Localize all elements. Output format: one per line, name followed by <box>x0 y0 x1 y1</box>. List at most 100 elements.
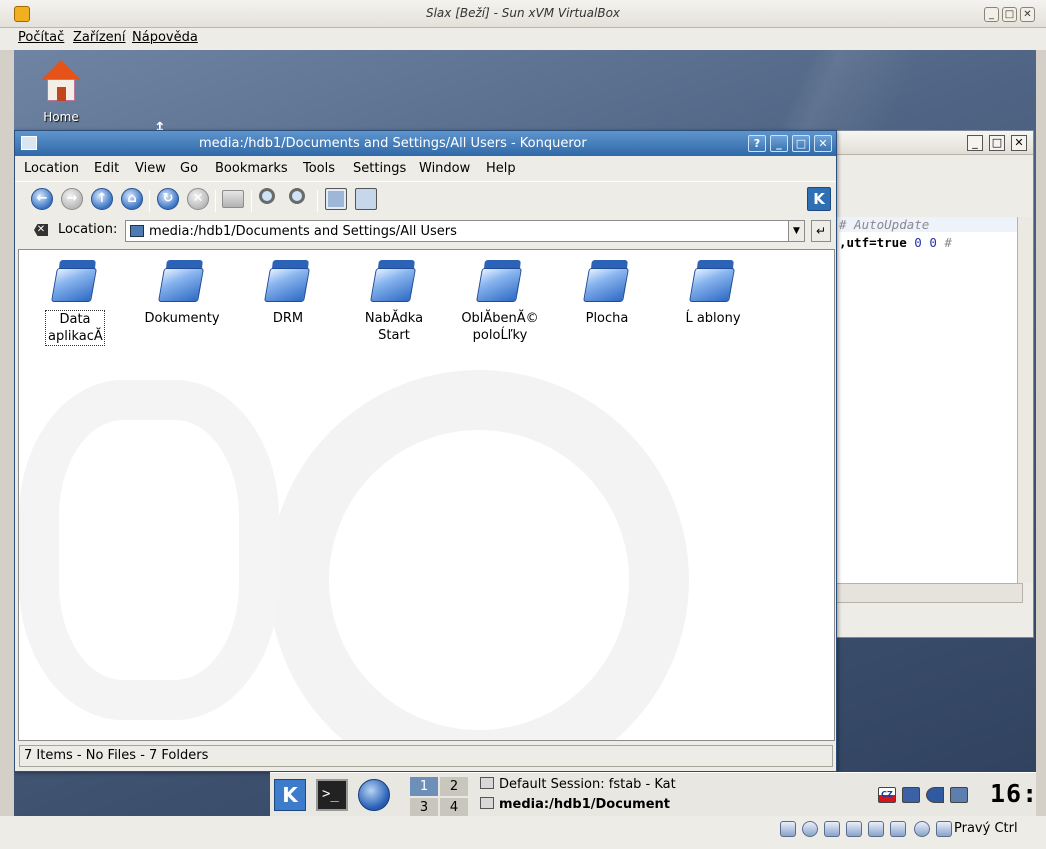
menu-location[interactable]: Location <box>24 161 79 176</box>
menu-pocitac[interactable]: Počítač <box>18 30 64 45</box>
detail-view-icon[interactable] <box>355 188 377 210</box>
minimize-icon[interactable]: _ <box>984 7 999 22</box>
cd-icon[interactable] <box>802 821 818 837</box>
konq-close-icon[interactable]: ✕ <box>814 135 832 152</box>
network-adapter-icon[interactable] <box>846 821 862 837</box>
vbox-titlebar: Slax [Beží] - Sun xVM VirtualBox _ □ ✕ <box>0 0 1046 28</box>
menu-settings[interactable]: Settings <box>353 161 406 176</box>
pager-desktop-2[interactable]: 2 <box>440 777 468 796</box>
konqueror-titlebar[interactable]: media:/hdb1/Documents and Settings/All U… <box>15 131 836 156</box>
desktop-home-icon[interactable]: Home <box>34 60 88 124</box>
location-input[interactable]: media:/hdb1/Documents and Settings/All U… <box>125 220 805 242</box>
clear-location-icon[interactable]: ✕ <box>34 224 48 236</box>
folder-item[interactable]: Dokumenty <box>132 258 232 327</box>
icon-view-icon[interactable] <box>325 188 347 210</box>
help-icon[interactable]: ? <box>748 135 766 152</box>
keyboard-layout-icon[interactable]: CZ <box>878 787 896 803</box>
taskbar-item-konqueror[interactable]: media:/hdb1/Document <box>480 797 680 816</box>
home-icon <box>39 60 83 104</box>
konqueror-task-icon <box>480 797 494 809</box>
forward-icon[interactable]: → <box>61 188 83 210</box>
vbox-menubar: Počítač Zařízení Nápověda <box>0 28 1046 50</box>
kate-editor[interactable] <box>835 217 1017 583</box>
host-key-label: Pravý Ctrl <box>954 821 1018 836</box>
kde-watermark <box>269 370 689 740</box>
kde-menu-icon[interactable]: K <box>274 779 306 811</box>
pager-desktop-3[interactable]: 3 <box>410 798 438 816</box>
kde-watermark-left <box>19 380 279 720</box>
taskbar-item-kate[interactable]: Default Session: fstab - Kat <box>480 777 680 797</box>
konqueror-toolbar: ← → ↑ ⌂ ↻ ✕ K <box>15 181 836 215</box>
menu-tools[interactable]: Tools <box>303 161 335 176</box>
folder-icon <box>264 258 311 304</box>
folder-item[interactable]: Data aplikacĂ­ <box>25 258 125 346</box>
folder-label: Data aplikacĂ­ <box>45 310 105 346</box>
go-button[interactable]: ↵ <box>811 220 831 242</box>
up-icon[interactable]: ↑ <box>91 188 113 210</box>
menu-window[interactable]: Window <box>419 161 470 176</box>
vbox-window-title: Slax [Beží] - Sun xVM VirtualBox <box>425 6 621 20</box>
folder-icon <box>51 258 98 304</box>
close-icon[interactable]: ✕ <box>1020 7 1035 22</box>
pager-desktop-4[interactable]: 4 <box>440 798 468 816</box>
home-nav-icon[interactable]: ⌂ <box>121 188 143 210</box>
folder-item[interactable]: DRM <box>238 258 338 327</box>
mouse-integration-icon[interactable] <box>914 821 930 837</box>
terminal-icon[interactable]: >_ <box>316 779 348 811</box>
usb-icon[interactable] <box>868 821 884 837</box>
host-key-icon <box>936 821 952 837</box>
folder-icon <box>158 258 205 304</box>
browser-globe-icon[interactable] <box>358 779 390 811</box>
pager-desktop-1[interactable]: 1 <box>410 777 438 796</box>
konq-maximize-icon[interactable]: □ <box>792 135 810 152</box>
kate-titlebar[interactable]: _ □ ✕ <box>835 131 1033 155</box>
maximize-icon[interactable]: □ <box>1002 7 1017 22</box>
kate-horizontal-scrollbar[interactable] <box>835 583 1023 603</box>
menu-go[interactable]: Go <box>180 161 198 176</box>
menu-view[interactable]: View <box>135 161 166 176</box>
zoom-in-icon[interactable] <box>259 188 275 204</box>
location-value: media:/hdb1/Documents and Settings/All U… <box>149 224 457 239</box>
desktop-pager: 1 2 3 4 <box>410 777 468 816</box>
kate-task-icon <box>480 777 494 789</box>
menu-help[interactable]: Help <box>486 161 516 176</box>
file-view[interactable]: Data aplikacĂ­ Dokumenty DRM NabĂ­dka St… <box>18 249 835 741</box>
konqueror-window: media:/hdb1/Documents and Settings/All U… <box>14 130 837 772</box>
menu-zarizeni[interactable]: Zařízení <box>73 30 126 45</box>
guest-desktop: Home ↕ _ □ ✕ # AutoUpdate ,utf=true 0 0 … <box>14 50 1036 816</box>
kate-minimize-icon[interactable]: _ <box>967 135 983 151</box>
folder-label: DRM <box>272 311 304 326</box>
volume-icon[interactable] <box>926 787 944 803</box>
status-bar: 7 Items - No Files - 7 Folders <box>19 745 833 767</box>
kate-maximize-icon[interactable]: □ <box>989 135 1005 151</box>
stop-icon[interactable]: ✕ <box>187 188 209 210</box>
folder-item[interactable]: Plocha <box>557 258 657 327</box>
folder-label: Ĺ ablony <box>685 311 741 326</box>
folder-label: NabĂ­dka Start <box>364 311 424 343</box>
folder-item[interactable]: Ĺ ablony <box>663 258 763 327</box>
hard-disk-icon[interactable] <box>780 821 796 837</box>
kde-panel: K >_ 1 2 3 4 Default Session: fstab - Ka… <box>270 772 1036 816</box>
menu-napoveda[interactable]: Nápověda <box>132 30 198 45</box>
folder-item[interactable]: NabĂ­dka Start <box>344 258 444 344</box>
back-icon[interactable]: ← <box>31 188 53 210</box>
kate-scrollbar[interactable] <box>1017 217 1033 583</box>
reload-icon[interactable]: ↻ <box>157 188 179 210</box>
floppy-icon[interactable] <box>824 821 840 837</box>
konq-minimize-icon[interactable]: _ <box>770 135 788 152</box>
chevron-down-icon[interactable]: ▼ <box>788 221 804 241</box>
zoom-out-icon[interactable] <box>289 188 305 204</box>
window-menu-icon[interactable] <box>21 136 37 150</box>
print-icon[interactable] <box>222 190 244 208</box>
code-hash: # <box>944 235 952 250</box>
network-icon[interactable] <box>950 787 968 803</box>
display-icon[interactable] <box>902 787 920 803</box>
shared-folder-icon[interactable] <box>890 821 906 837</box>
menu-edit[interactable]: Edit <box>94 161 119 176</box>
folder-icon <box>476 258 523 304</box>
menu-bookmarks[interactable]: Bookmarks <box>215 161 288 176</box>
konqueror-menubar: Location Edit View Go Bookmarks Tools Se… <box>15 156 836 180</box>
folder-item[interactable]: OblĂ­benĂ© poloĹľky <box>450 258 550 344</box>
kate-close-icon[interactable]: ✕ <box>1011 135 1027 151</box>
kate-window[interactable]: _ □ ✕ # AutoUpdate ,utf=true 0 0 # <box>834 130 1034 638</box>
